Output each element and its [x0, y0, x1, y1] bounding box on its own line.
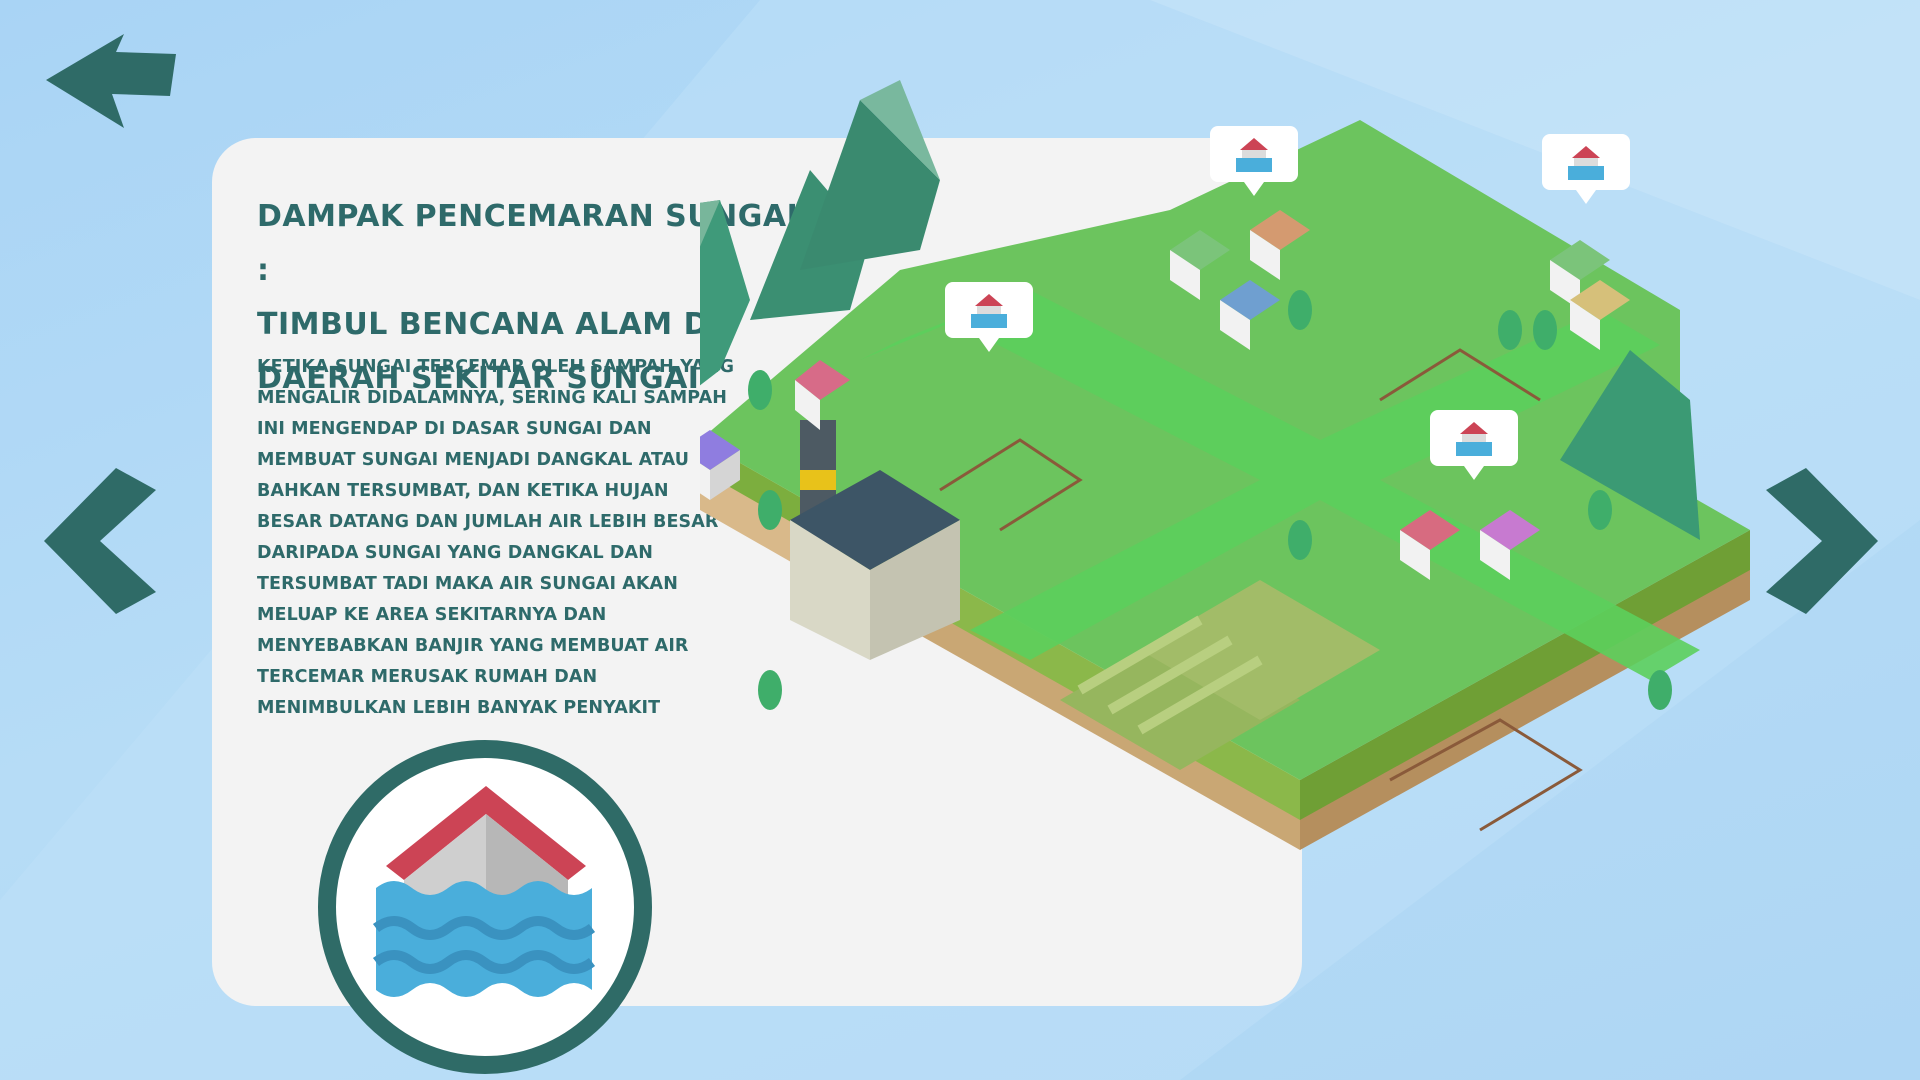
flood-marker-3[interactable] [1542, 134, 1630, 206]
flood-marker-icon [1210, 126, 1298, 196]
flood-marker-2[interactable] [1210, 126, 1298, 198]
flood-marker-icon [1542, 134, 1630, 204]
chevron-left-icon [44, 468, 156, 614]
flood-badge [316, 738, 654, 1076]
flood-marker-4[interactable] [1430, 410, 1518, 482]
back-button[interactable] [44, 34, 179, 129]
flooded-house-icon [318, 740, 652, 1074]
description-text: Ketika sungai tercemar oleh sampah yang … [257, 357, 735, 718]
flood-marker-icon [945, 282, 1033, 352]
previous-button[interactable] [44, 468, 164, 614]
flood-marker-1[interactable] [945, 282, 1033, 354]
flood-marker-icon [1430, 410, 1518, 480]
arrow-back-icon [46, 34, 176, 128]
